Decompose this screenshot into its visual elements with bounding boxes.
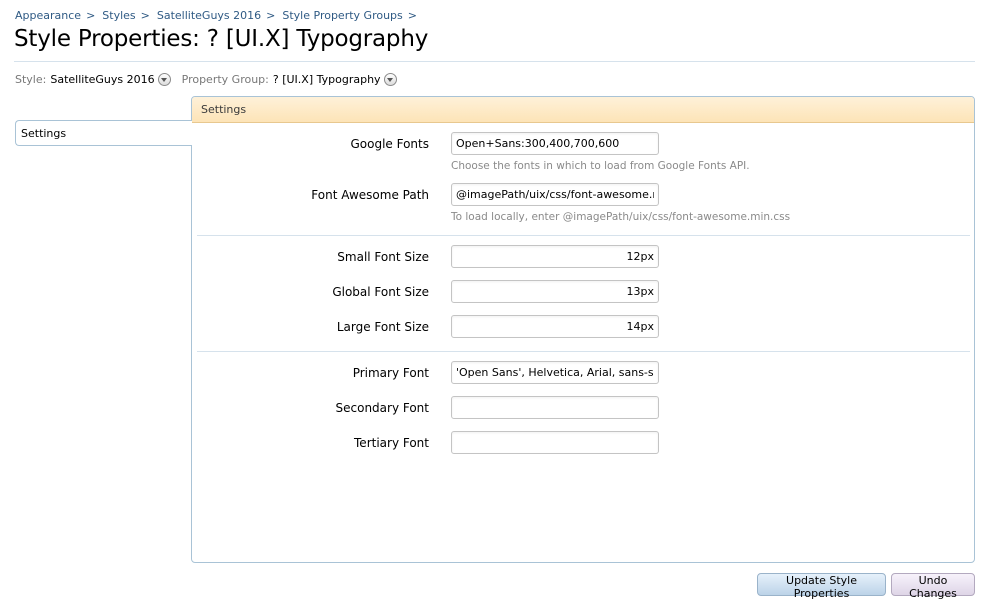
font-awesome-row: Font Awesome Path To load locally, enter… <box>192 183 976 223</box>
primary-font-row: Primary Font <box>192 361 976 385</box>
update-style-properties-button[interactable]: Update Style Properties <box>757 573 886 600</box>
large-font-row: Large Font Size <box>192 315 976 339</box>
tertiary-font-input[interactable] <box>451 431 659 454</box>
section-divider <box>197 351 970 352</box>
large-font-label: Large Font Size <box>336 320 429 334</box>
breadcrumb-appearance[interactable]: Appearance <box>15 9 81 22</box>
chevron-down-icon[interactable] <box>157 72 171 86</box>
breadcrumb-separator: > <box>407 8 417 22</box>
large-font-input[interactable] <box>451 315 659 338</box>
panel-header: Settings <box>192 97 974 123</box>
secondary-font-input[interactable] <box>451 396 659 419</box>
primary-font-input[interactable] <box>451 361 659 384</box>
chevron-down-icon[interactable] <box>383 72 397 86</box>
small-font-input[interactable] <box>451 245 659 268</box>
google-fonts-row: Google Fonts Choose the fonts in which t… <box>192 132 976 172</box>
breadcrumb-style-name[interactable]: SatelliteGuys 2016 <box>157 9 261 22</box>
breadcrumb-styles[interactable]: Styles <box>102 9 135 22</box>
font-awesome-label: Font Awesome Path <box>311 188 429 202</box>
google-fonts-input[interactable] <box>451 132 659 155</box>
tertiary-font-row: Tertiary Font <box>192 431 976 455</box>
tab-settings[interactable]: Settings <box>15 120 192 146</box>
global-font-row: Global Font Size <box>192 280 976 304</box>
undo-changes-button[interactable]: Undo Changes <box>891 573 975 600</box>
font-awesome-input[interactable] <box>451 183 659 206</box>
small-font-row: Small Font Size <box>192 245 976 269</box>
global-font-input[interactable] <box>451 280 659 303</box>
breadcrumb-separator: > <box>140 8 150 22</box>
secondary-font-label: Secondary Font <box>335 401 430 415</box>
style-label: Style: <box>15 72 47 86</box>
secondary-font-row: Secondary Font <box>192 396 976 420</box>
title-divider <box>14 61 975 62</box>
settings-panel: Settings Google Fonts Choose the fonts i… <box>191 96 975 563</box>
google-fonts-label: Google Fonts <box>350 137 429 151</box>
breadcrumb-separator: > <box>266 8 276 22</box>
property-group-value: ? [UI.X] Typography <box>272 72 381 86</box>
google-fonts-hint: Choose the fonts in which to load from G… <box>451 160 750 172</box>
primary-font-label: Primary Font <box>352 366 429 380</box>
breadcrumb-separator: > <box>86 8 96 22</box>
page-title: Style Properties: ? [UI.X] Typography <box>14 26 429 52</box>
section-divider <box>197 235 970 236</box>
style-value: SatelliteGuys 2016 <box>50 72 155 86</box>
small-font-label: Small Font Size <box>337 250 429 264</box>
font-awesome-hint: To load locally, enter @imagePath/uix/cs… <box>451 211 791 223</box>
breadcrumb: Appearance > Styles > SatelliteGuys 2016 > … <box>15 8 424 22</box>
global-font-label: Global Font Size <box>332 285 429 299</box>
tertiary-font-label: Tertiary Font <box>354 436 429 450</box>
breadcrumb-property-groups[interactable]: Style Property Groups <box>282 9 402 22</box>
style-meta-bar: Style: SatelliteGuys 2016 Property Group… <box>15 72 397 86</box>
property-group-label: Property Group: <box>181 72 269 86</box>
